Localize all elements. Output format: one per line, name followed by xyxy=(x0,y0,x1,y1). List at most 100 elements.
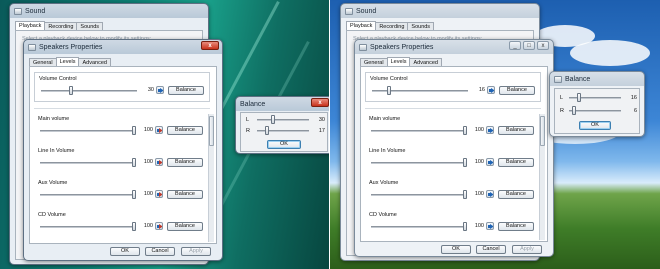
slider-thumb[interactable] xyxy=(132,126,136,135)
slider-thumb[interactable] xyxy=(463,222,467,231)
balance-right-slider[interactable] xyxy=(257,126,309,135)
cancel-button[interactable]: Cancel xyxy=(476,245,506,254)
balance-right-slider[interactable] xyxy=(569,106,621,115)
volume-control-balance-button[interactable]: Balance xyxy=(168,86,204,95)
slider-thumb[interactable] xyxy=(132,158,136,167)
tab-playback[interactable]: Playback xyxy=(15,21,46,30)
cancel-button[interactable]: Cancel xyxy=(145,247,175,256)
close-icon[interactable]: x xyxy=(201,41,219,50)
properties-tabs: General Levels Advanced xyxy=(360,57,442,66)
tab-recording[interactable]: Recording xyxy=(44,22,78,30)
slider-track xyxy=(257,119,309,121)
divider xyxy=(365,108,541,109)
tab-playback[interactable]: Playback xyxy=(346,21,377,30)
speakers-properties-window: Speakers Properties _ □ x General Levels… xyxy=(354,39,554,257)
volume-control-label: Volume Control xyxy=(370,76,408,82)
maximize-icon[interactable]: □ xyxy=(523,41,535,50)
sound-window-titlebar[interactable]: Sound xyxy=(10,4,208,18)
ok-button[interactable]: OK xyxy=(441,245,471,254)
channel-volume-slider[interactable] xyxy=(40,126,136,135)
volume-control-balance-button[interactable]: Balance xyxy=(499,86,535,95)
slider-track xyxy=(371,130,467,132)
channel-balance-button[interactable]: Balance xyxy=(167,158,203,167)
right-screenshot-xp: Sound Playback Recording Sounds Select a… xyxy=(330,0,660,269)
tab-levels[interactable]: Levels xyxy=(386,57,411,66)
speaker-mute-icon[interactable] xyxy=(156,86,164,94)
channel-volume-slider[interactable] xyxy=(371,126,467,135)
balance-ok-button[interactable]: OK xyxy=(579,121,611,130)
minimize-icon[interactable]: _ xyxy=(509,41,521,50)
slider-thumb[interactable] xyxy=(132,222,136,231)
slider-track xyxy=(40,226,136,228)
speaker-icon[interactable] xyxy=(486,190,494,198)
balance-left-value: 30 xyxy=(318,117,325,123)
volume-control-slider[interactable] xyxy=(372,86,468,95)
slider-thumb[interactable] xyxy=(387,86,391,95)
balance-ok-button[interactable]: OK xyxy=(267,140,301,149)
scrollbar-thumb[interactable] xyxy=(209,116,214,146)
ok-button[interactable]: OK xyxy=(110,247,140,256)
balance-left-slider[interactable] xyxy=(569,93,621,102)
close-icon[interactable]: x xyxy=(311,98,329,107)
channel-volume-slider[interactable] xyxy=(40,190,136,199)
slider-thumb[interactable] xyxy=(572,106,576,115)
tab-advanced[interactable]: Advanced xyxy=(78,58,111,66)
channel-balance-button[interactable]: Balance xyxy=(498,126,534,135)
speakers-properties-titlebar[interactable]: Speakers Properties xyxy=(24,40,222,54)
slider-thumb[interactable] xyxy=(463,190,467,199)
balance-dialog-titlebar[interactable]: Balance xyxy=(550,72,644,86)
speaker-icon[interactable] xyxy=(486,126,494,134)
channel-value: 100 xyxy=(143,127,153,133)
speaker-muted-icon[interactable] xyxy=(155,126,163,134)
scrollbar-thumb[interactable] xyxy=(540,116,545,146)
channel-list-scrollbar[interactable] xyxy=(539,114,545,240)
slider-thumb[interactable] xyxy=(271,115,275,124)
volume-control-slider[interactable] xyxy=(41,86,137,95)
balance-left-slider[interactable] xyxy=(257,115,309,124)
slider-thumb[interactable] xyxy=(463,126,467,135)
channel-volume-slider[interactable] xyxy=(40,158,136,167)
channel-value: 100 xyxy=(143,159,153,165)
slider-track xyxy=(371,226,467,228)
channel-volume-slider[interactable] xyxy=(371,158,467,167)
tab-sounds[interactable]: Sounds xyxy=(407,22,435,30)
close-icon[interactable]: x xyxy=(537,41,549,50)
apply-button[interactable]: Apply xyxy=(181,247,211,256)
tab-advanced[interactable]: Advanced xyxy=(409,58,442,66)
slider-thumb[interactable] xyxy=(577,93,581,102)
slider-thumb[interactable] xyxy=(265,126,269,135)
channel-row: CD Volume 100 Balance xyxy=(34,210,206,238)
speaker-muted-icon[interactable] xyxy=(155,222,163,230)
channel-balance-button[interactable]: Balance xyxy=(167,126,203,135)
channel-value: 100 xyxy=(474,127,484,133)
channel-volume-slider[interactable] xyxy=(371,222,467,231)
apply-button[interactable]: Apply xyxy=(512,245,542,254)
slider-thumb[interactable] xyxy=(132,190,136,199)
tab-general[interactable]: General xyxy=(360,58,388,66)
slider-thumb[interactable] xyxy=(69,86,73,95)
channel-list-scrollbar[interactable] xyxy=(208,114,214,242)
slider-track xyxy=(371,194,467,196)
tab-recording[interactable]: Recording xyxy=(375,22,409,30)
sound-window-titlebar[interactable]: Sound xyxy=(341,4,539,18)
channel-volume-slider[interactable] xyxy=(40,222,136,231)
tab-levels[interactable]: Levels xyxy=(55,57,80,66)
channel-label: Line In Volume xyxy=(38,148,75,154)
speaker-muted-icon[interactable] xyxy=(155,190,163,198)
channel-balance-button[interactable]: Balance xyxy=(167,222,203,231)
channel-volume-slider[interactable] xyxy=(371,190,467,199)
volume-control-group: Volume Control 16 Balance xyxy=(365,72,541,102)
speaker-muted-icon[interactable] xyxy=(155,158,163,166)
speaker-mute-icon[interactable] xyxy=(487,86,495,94)
tab-sounds[interactable]: Sounds xyxy=(76,22,104,30)
channel-balance-button[interactable]: Balance xyxy=(167,190,203,199)
slider-thumb[interactable] xyxy=(463,158,467,167)
speaker-icon[interactable] xyxy=(486,158,494,166)
tab-general[interactable]: General xyxy=(29,58,57,66)
channel-balance-button[interactable]: Balance xyxy=(498,190,534,199)
channel-label: CD Volume xyxy=(38,212,66,218)
channel-balance-button[interactable]: Balance xyxy=(498,158,534,167)
volume-control-group: Volume Control 30 Balance xyxy=(34,72,210,102)
speaker-icon[interactable] xyxy=(486,222,494,230)
channel-balance-button[interactable]: Balance xyxy=(498,222,534,231)
